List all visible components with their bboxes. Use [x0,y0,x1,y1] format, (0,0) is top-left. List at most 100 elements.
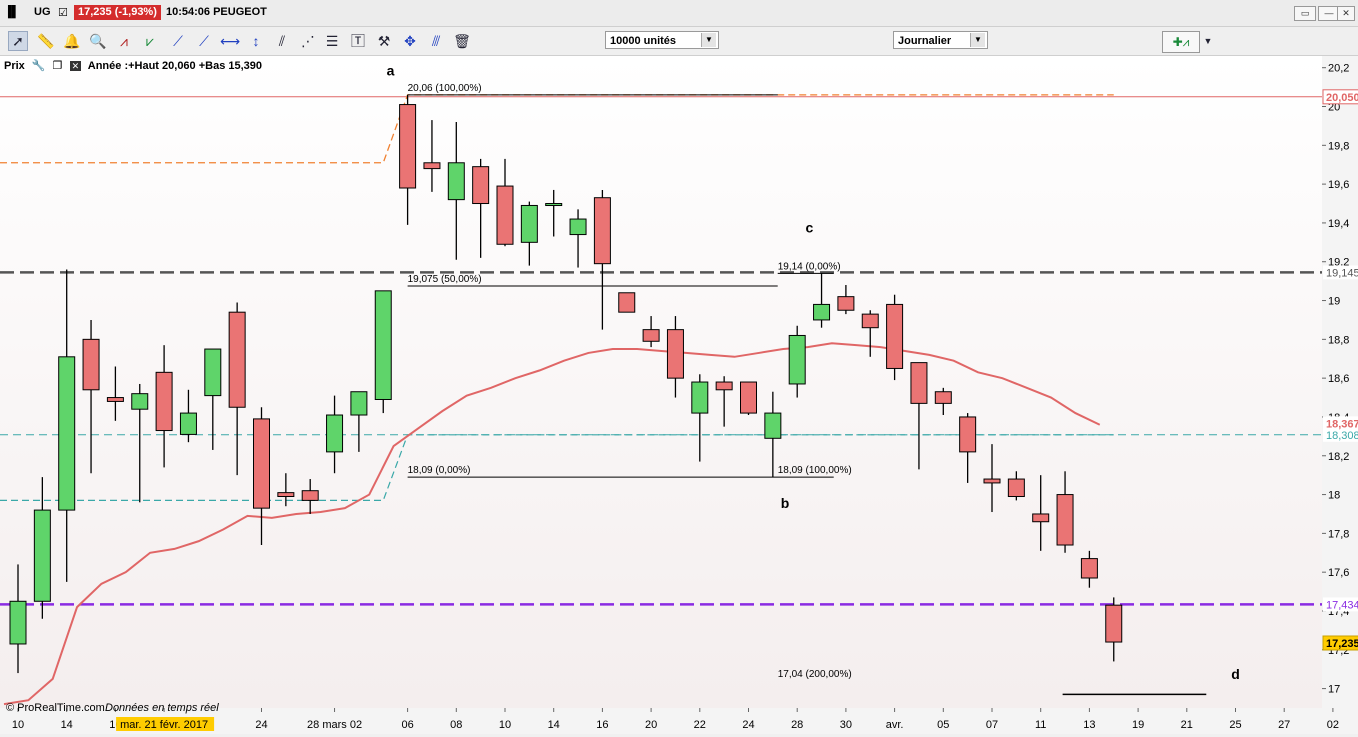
candle[interactable] [618,292,636,313]
candle-body[interactable] [253,418,270,509]
horizontal-line-icon[interactable]: ⟷ [220,31,240,51]
fibonacci-retracement-icon[interactable]: ☰ [322,31,342,51]
chevron-down-icon[interactable]: ▼ [1198,31,1218,51]
candle-body[interactable] [301,490,319,501]
trash-icon[interactable]: 🗑 [452,31,472,51]
y-tick-label: 18,2 [1328,451,1349,463]
candle-body[interactable] [593,197,611,265]
y-axis-panel [1322,56,1358,734]
footer: © ProRealTime.com Données en temps réel [6,702,219,714]
candle-body[interactable] [179,412,197,435]
candle-body[interactable] [764,412,782,439]
candle-body[interactable] [496,185,514,245]
pattern-tool-icon[interactable]: ⩘ [114,31,134,51]
candle-body[interactable] [1105,604,1123,643]
x-tick-label: 28 [791,719,803,731]
candle-body[interactable] [910,362,928,404]
candle-body[interactable] [886,303,904,369]
candle-body[interactable] [715,381,733,391]
candle-body[interactable] [569,218,587,236]
candle-body[interactable] [106,397,124,402]
y-tick-label: 17,8 [1328,528,1349,540]
alert-bell-icon[interactable]: 🔔 [62,31,82,51]
candle-body[interactable] [277,492,295,498]
price-chart[interactable]: 20,06 (100,00%) 19,075 (50,00%) 18,09 (0,0… [0,56,1358,734]
ruler-icon[interactable]: 📏 [36,31,56,51]
candle-body[interactable] [399,104,417,189]
candle-body[interactable] [1007,478,1025,498]
candle-body[interactable] [350,391,368,416]
candle-body[interactable] [813,303,831,321]
candle-body[interactable] [1056,494,1074,546]
candle-body[interactable] [58,356,76,511]
candle[interactable] [374,290,392,414]
candle-body[interactable] [131,393,149,410]
parallel-lines-icon[interactable]: ⫻ [426,31,446,51]
candle-body[interactable] [82,338,100,391]
x-tick-label: avr. [886,719,904,731]
fibonacci-label: 18,09 (100,00%) [778,465,852,476]
candle-body[interactable] [204,348,222,397]
quantity-select[interactable]: 10000 unités ▼ [605,31,719,49]
candle-body[interactable] [520,204,538,243]
chevron-down-icon[interactable]: ▼ [970,33,985,47]
legend-bar: Prix 🔧 ❐ ✕ Année :+Haut 20,060 +Bas 15,3… [4,59,266,75]
candle-body[interactable] [983,478,1001,484]
chart-type-icon[interactable]: ▐▌ [4,6,20,18]
candle-body[interactable] [545,203,563,207]
y-tick-label: 18 [1328,490,1340,502]
move-tool-icon[interactable]: ✥ [400,31,420,51]
ray-line-icon[interactable]: ⟋ [194,31,214,51]
candle-body[interactable] [642,329,660,342]
level-tag-label: 18,308 [1326,430,1358,442]
candle-body[interactable] [228,311,246,408]
candle-body[interactable] [326,414,344,453]
y-tick-label: 19 [1328,296,1340,308]
candle-body[interactable] [33,509,51,602]
candle-body[interactable] [374,290,392,400]
candle-body[interactable] [423,162,441,170]
fibonacci-fan-icon[interactable]: ⋰ [298,31,318,51]
text-tool-icon[interactable]: 🅃 [348,31,368,51]
window-icon[interactable]: ❐ [53,60,63,72]
restore-button[interactable]: ▭ [1294,6,1316,21]
candle-body[interactable] [934,391,952,404]
close-icon[interactable]: ✕ [69,61,82,71]
candle-body[interactable] [788,334,806,385]
footer-source: © ProRealTime.com [6,702,105,714]
zigzag-tool-icon[interactable]: ⩗ [140,31,160,51]
candle-body[interactable] [666,329,684,379]
wrench-icon[interactable]: 🔧 [32,60,46,72]
tools-icon[interactable]: ⚒ [374,31,394,51]
candle-body[interactable] [837,296,855,311]
close-button[interactable]: ✕ [1337,6,1355,21]
zoom-icon[interactable]: 🔍 [88,31,108,51]
candle-body[interactable] [472,166,490,205]
candle[interactable] [886,294,904,381]
trend-line-icon[interactable]: ⟋ [168,31,188,51]
candle-body[interactable] [740,381,757,414]
add-indicator-icon[interactable]: ✚⩘ [1162,31,1200,53]
y-tick-label: 17 [1328,684,1340,696]
candle-body[interactable] [155,371,173,432]
x-tick-label: 05 [937,719,949,731]
candle-body[interactable] [861,313,879,329]
channel-tool-icon[interactable]: ⫽ [272,31,292,51]
vertical-line-icon[interactable]: ↕ [246,31,266,51]
candle-body[interactable] [618,292,636,313]
x-tick-label: 14 [548,719,560,731]
fibonacci-label: 19,14 (0,00%) [778,261,841,272]
candle-body[interactable] [447,162,465,201]
checkbox-icon[interactable]: ☑ [58,6,68,19]
cursor-icon[interactable]: ➚ [8,31,28,51]
x-tick-label: 30 [840,719,852,731]
candle-body[interactable] [1032,513,1050,523]
candle-body[interactable] [9,600,27,645]
candle-body[interactable] [959,416,977,453]
chevron-down-icon[interactable]: ▼ [701,33,716,47]
period-select[interactable]: Journalier ▼ [893,31,988,49]
candle-body[interactable] [1080,558,1098,579]
candle-body[interactable] [691,381,709,414]
candle[interactable] [740,381,757,416]
chart-area[interactable]: Prix 🔧 ❐ ✕ Année :+Haut 20,060 +Bas 15,3… [0,56,1358,734]
